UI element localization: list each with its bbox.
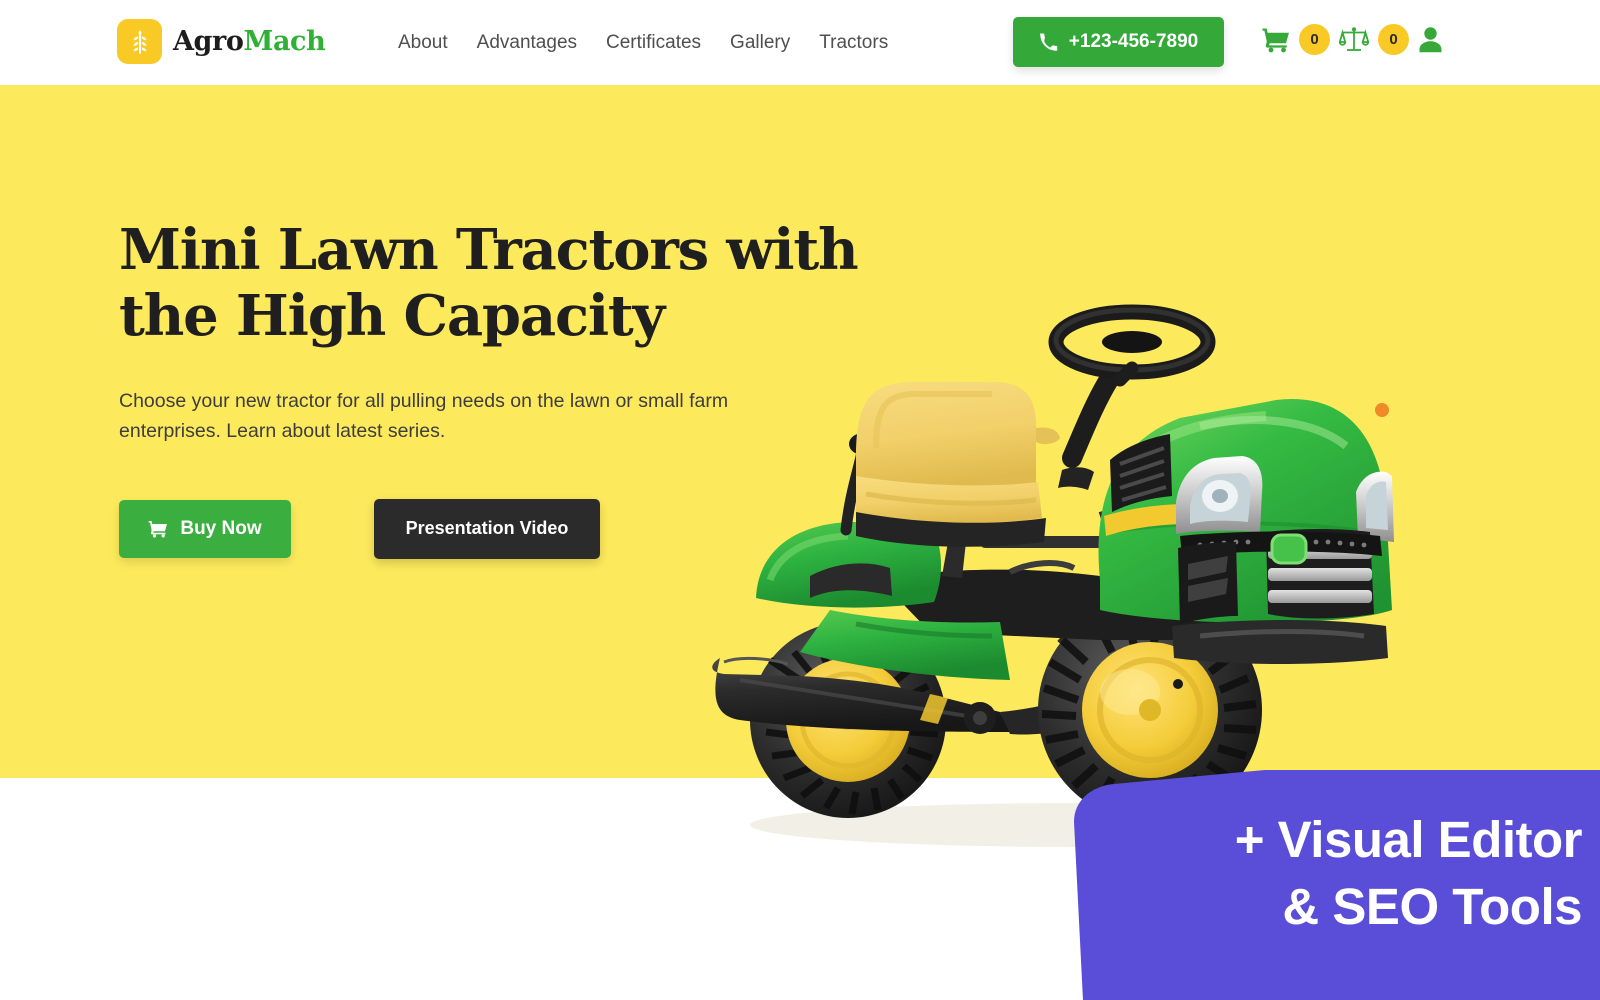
nav-item-certificates[interactable]: Certificates	[606, 30, 730, 56]
nav-item-gallery[interactable]: Gallery	[730, 30, 819, 56]
shopping-cart-icon[interactable]	[1262, 27, 1290, 53]
page-root: AgroMach About Advantages Certificates G…	[0, 0, 1600, 1000]
logo-text: AgroMach	[173, 26, 326, 57]
phone-icon	[1039, 32, 1058, 52]
compare-count-badge[interactable]: 0	[1378, 24, 1409, 55]
hero-subtitle: Choose your new tractor for all pulling …	[119, 390, 729, 443]
balance-scale-icon[interactable]	[1339, 26, 1369, 53]
wheat-icon	[117, 19, 162, 64]
nav-item-advantages[interactable]: Advantages	[477, 30, 606, 56]
main-navigation: About Advantages Certificates Gallery Tr…	[398, 30, 917, 56]
nav-item-tractors[interactable]: Tractors	[819, 30, 917, 56]
logo-text-primary: Agro	[173, 26, 244, 57]
site-logo[interactable]: AgroMach	[117, 19, 326, 64]
site-header: AgroMach About Advantages Certificates G…	[0, 0, 1600, 85]
buy-now-label: Buy Now	[180, 517, 262, 539]
presentation-video-button[interactable]: Presentation Video	[374, 498, 600, 559]
promo-banner-text: + Visual Editor & SEO Tools	[1234, 811, 1583, 936]
header-tools: 0 0	[1262, 24, 1443, 55]
cart-count-badge[interactable]: 0	[1299, 24, 1330, 55]
phone-call-button[interactable]: +123-456-7890	[1013, 17, 1224, 67]
user-icon[interactable]	[1418, 26, 1443, 53]
promo-banner: + Visual Editor & SEO Tools	[1010, 770, 1600, 1000]
presentation-video-label: Presentation Video	[405, 518, 569, 539]
hero-button-group: Buy Now Presentation Video	[119, 498, 879, 559]
shopping-cart-icon	[148, 520, 168, 538]
phone-number-label: +123-456-7890	[1068, 31, 1199, 52]
logo-text-secondary: Mach	[243, 26, 326, 57]
hero-copy: Mini Lawn Tractors with the High Capacit…	[119, 217, 879, 559]
page-title: Mini Lawn Tractors with the High Capacit…	[119, 217, 859, 349]
nav-item-about[interactable]: About	[398, 30, 477, 56]
buy-now-button[interactable]: Buy Now	[119, 499, 291, 558]
